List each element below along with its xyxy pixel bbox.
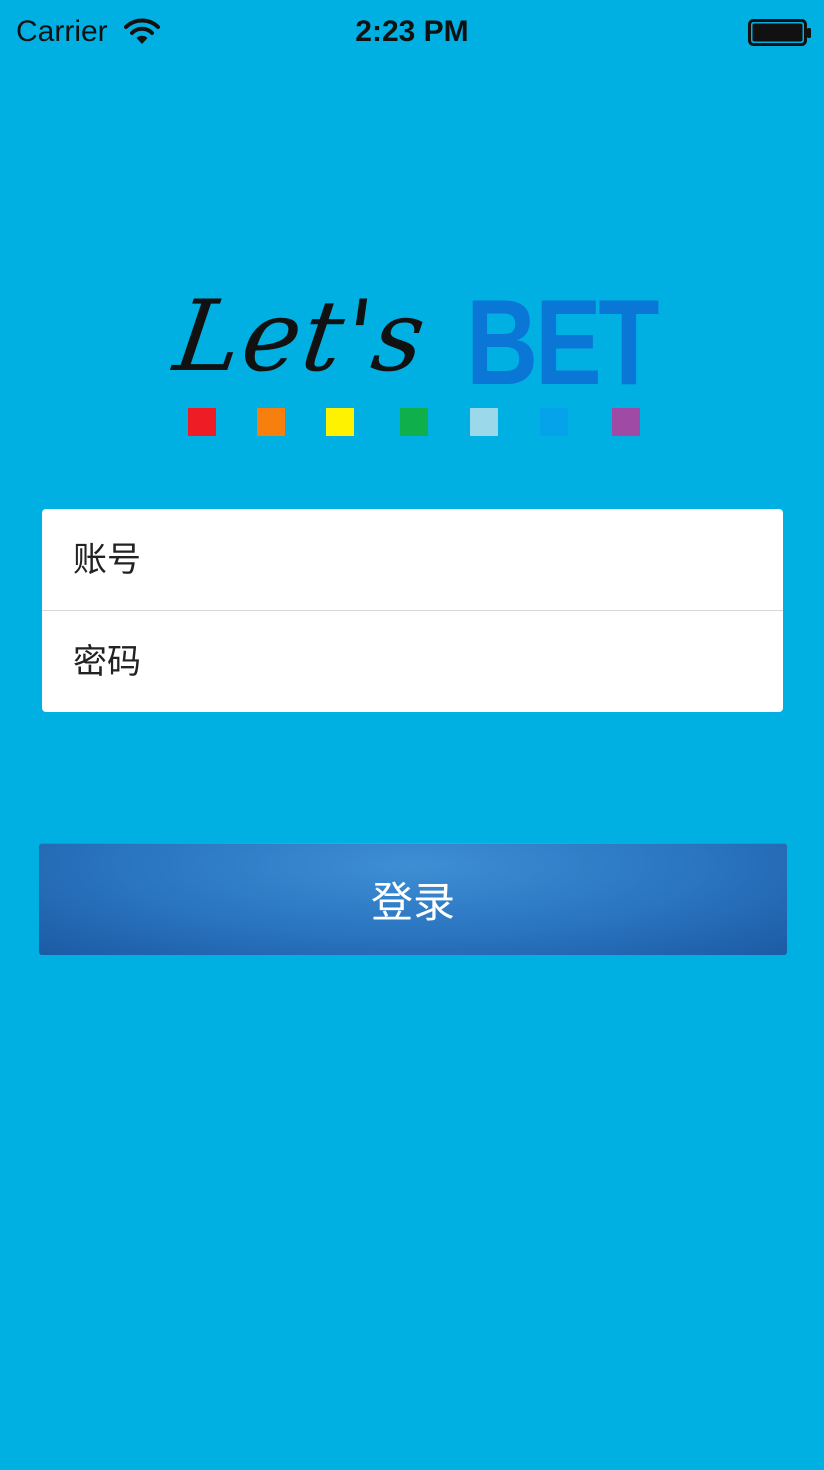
logo-square-orange [257, 408, 285, 436]
logo-square-yellow [326, 408, 354, 436]
logo-square-green [400, 408, 428, 436]
login-screen: Carrier 2:23 PM Let's BET 账号 登录 [0, 0, 824, 1470]
password-field-row [42, 610, 783, 712]
logo-square-blue [540, 408, 568, 436]
account-input[interactable] [71, 538, 755, 581]
logo-script-text: Let's [168, 280, 434, 394]
logo-bet-text: BET [466, 274, 660, 410]
logo-square-red [188, 408, 216, 436]
status-bar: Carrier 2:23 PM [0, 0, 824, 64]
account-field-row [42, 509, 783, 610]
logo-square-light-blue [470, 408, 498, 436]
app-logo: Let's BET [168, 274, 660, 445]
login-form [42, 509, 783, 712]
password-input[interactable] [71, 640, 755, 683]
logo-square-purple [612, 408, 640, 436]
battery-icon [748, 18, 812, 48]
login-button[interactable]: 登录 [39, 843, 787, 955]
logo-color-squares [188, 408, 648, 438]
status-time: 2:23 PM [355, 15, 469, 48]
